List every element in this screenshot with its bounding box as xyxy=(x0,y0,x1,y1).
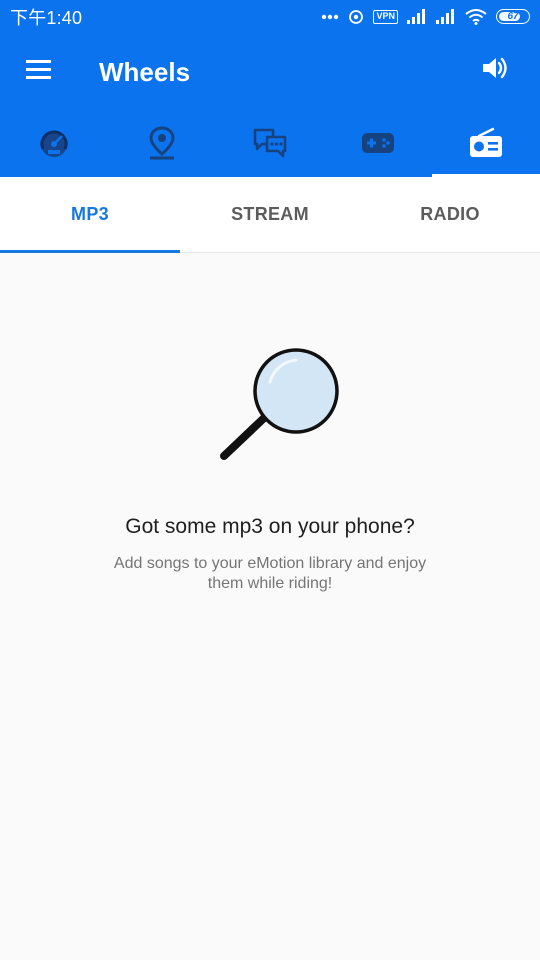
status-bar: 下午1:40 VPN 67 xyxy=(0,0,540,33)
speedometer-icon xyxy=(37,127,71,164)
battery-icon: 67 xyxy=(496,9,530,24)
tab-radio[interactable] xyxy=(432,113,540,177)
menu-icon xyxy=(25,59,53,86)
signal-icon xyxy=(407,9,427,24)
map-pin-icon xyxy=(148,125,176,165)
tab-chat[interactable] xyxy=(216,113,324,177)
tab-mp3[interactable]: MP3 xyxy=(0,177,180,253)
wifi-icon xyxy=(465,8,487,25)
more-dots-icon xyxy=(321,14,339,20)
tab-stream[interactable]: STREAM xyxy=(180,177,360,252)
gamepad-icon xyxy=(360,130,396,161)
empty-state-title: Got some mp3 on your phone? xyxy=(125,515,415,538)
icon-tab-bar xyxy=(0,113,540,177)
menu-button[interactable] xyxy=(22,55,56,89)
tab-map[interactable] xyxy=(108,113,216,177)
status-time: 下午1:40 xyxy=(10,7,83,28)
signal-icon xyxy=(436,9,456,24)
magnifier-icon xyxy=(200,330,340,470)
tab-speedometer[interactable] xyxy=(0,113,108,177)
tab-radio-stations[interactable]: RADIO xyxy=(360,177,540,252)
empty-state-description: Add songs to your eMotion library and en… xyxy=(113,555,427,592)
tab-games[interactable] xyxy=(324,113,432,177)
volume-icon xyxy=(481,55,509,86)
volume-button[interactable] xyxy=(478,53,512,87)
radio-icon xyxy=(469,127,503,164)
battery-level: 67 xyxy=(507,11,519,22)
app-title: Wheels xyxy=(99,57,191,87)
app-bar: Wheels xyxy=(0,33,540,113)
status-icons: VPN 67 xyxy=(321,8,530,25)
chat-icon xyxy=(253,127,287,164)
sub-tab-bar: MP3 STREAM RADIO xyxy=(0,177,540,253)
location-ring-icon xyxy=(348,9,364,25)
vpn-icon: VPN xyxy=(373,9,398,24)
empty-state: Got some mp3 on your phone? Add songs to… xyxy=(0,330,540,594)
